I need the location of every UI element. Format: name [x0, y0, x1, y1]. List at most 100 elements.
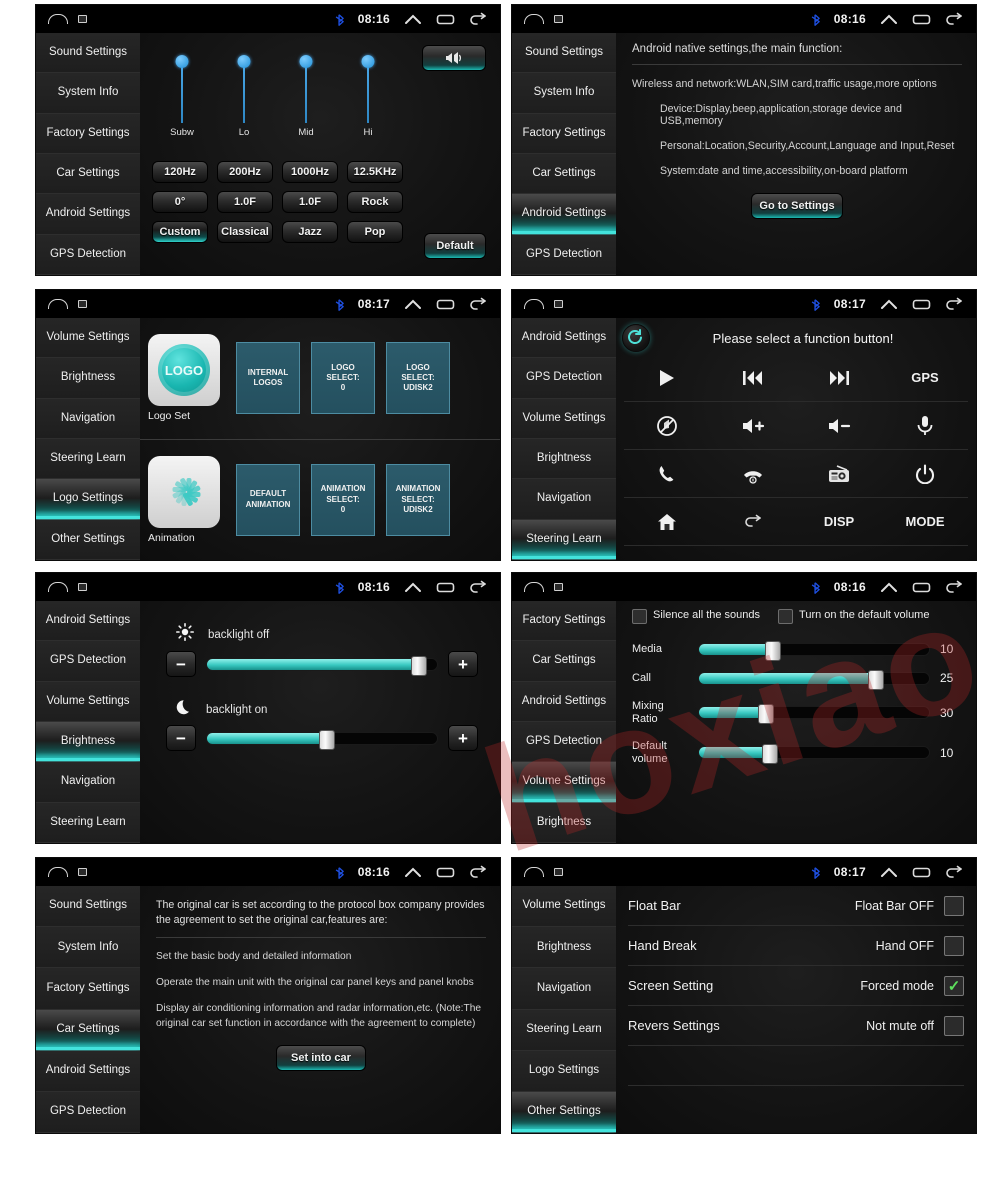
screenshot-icon[interactable] — [554, 15, 563, 23]
eq-band-mid[interactable]: Mid — [278, 55, 334, 138]
back-icon[interactable] — [469, 865, 488, 880]
sidebar-item-volume-settings[interactable]: Volume Settings — [512, 398, 616, 439]
back-icon[interactable] — [945, 12, 964, 27]
volume-slider[interactable] — [698, 744, 930, 765]
play-icon[interactable] — [624, 354, 710, 402]
chevron-up-icon[interactable] — [404, 580, 422, 594]
sidebar-item-car-settings[interactable]: Car Settings — [36, 153, 140, 195]
power-icon[interactable] — [882, 450, 968, 498]
brightness-decrease-button[interactable]: − — [166, 725, 196, 751]
sidebar-item-factory-settings[interactable]: Factory Settings — [512, 601, 616, 642]
default-button[interactable]: Default — [424, 233, 486, 259]
sidebar-item-navigation[interactable]: Navigation — [36, 398, 140, 439]
label-mode-button[interactable]: MODE — [882, 498, 968, 546]
phone-answer-icon[interactable] — [624, 450, 710, 498]
brightness-slider[interactable] — [206, 729, 438, 750]
back-icon[interactable] — [469, 297, 488, 312]
eq-track[interactable] — [361, 55, 375, 123]
chevron-up-icon[interactable] — [404, 865, 422, 879]
previous-track-icon[interactable] — [710, 354, 796, 402]
sidebar-item-android-settings[interactable]: Android Settings — [512, 681, 616, 722]
chevron-up-icon[interactable] — [404, 297, 422, 311]
slider-knob[interactable] — [757, 704, 774, 725]
logo-tile[interactable]: ANIMATION SELECT: 0 — [311, 463, 375, 536]
checkbox-icon[interactable] — [778, 609, 794, 624]
sidebar-item-brightness[interactable]: Brightness — [36, 721, 140, 763]
sidebar-item-android-settings[interactable]: Android Settings — [36, 601, 140, 642]
sidebar-item-navigation[interactable]: Navigation — [512, 968, 616, 1010]
logo-tile[interactable]: LOGO SELECT: UDISK2 — [386, 342, 450, 415]
sidebar-item-volume-settings[interactable]: Volume Settings — [36, 318, 140, 359]
go-to-settings-button[interactable]: Go to Settings — [751, 193, 843, 219]
setting-row[interactable]: Revers Settings Not mute off — [628, 1006, 964, 1046]
eq-freq-button[interactable]: 120Hz — [152, 161, 208, 183]
sidebar-item-gps-detection[interactable]: GPS Detection — [36, 1091, 140, 1133]
setting-row[interactable]: Float Bar Float Bar OFF — [628, 886, 964, 926]
sidebar-item-gps-detection[interactable]: GPS Detection — [512, 358, 616, 399]
sidebar-item-factory-settings[interactable]: Factory Settings — [512, 113, 616, 154]
logo-tile[interactable]: DEFAULT ANIMATION — [236, 463, 300, 536]
sidebar-item-brightness[interactable]: Brightness — [512, 927, 616, 969]
screenshot-icon[interactable] — [78, 868, 87, 876]
sidebar-item-android-settings[interactable]: Android Settings — [512, 194, 616, 235]
sidebar-item-sound-settings[interactable]: Sound Settings — [512, 33, 616, 74]
back-icon[interactable] — [710, 498, 796, 546]
home-icon[interactable] — [524, 582, 544, 592]
sidebar-item-other-settings[interactable]: Other Settings — [36, 519, 140, 560]
sidebar-item-car-settings[interactable]: Car Settings — [512, 153, 616, 195]
eq-value-button[interactable]: Rock — [347, 191, 403, 213]
eq-freq-button[interactable]: 1000Hz — [282, 161, 338, 183]
sidebar-item-gps-detection[interactable]: GPS Detection — [512, 234, 616, 275]
recents-icon[interactable] — [912, 12, 931, 27]
set-into-car-button[interactable]: Set into car — [276, 1044, 366, 1071]
sidebar-item-navigation[interactable]: Navigation — [36, 762, 140, 803]
eq-band-lo[interactable]: Lo — [216, 55, 272, 138]
sidebar-item-logo-settings[interactable]: Logo Settings — [512, 1050, 616, 1092]
back-icon[interactable] — [945, 580, 964, 595]
sidebar-item-android-settings[interactable]: Android Settings — [36, 1050, 140, 1092]
volume-slider[interactable] — [698, 669, 930, 690]
sidebar-item-navigation[interactable]: Navigation — [512, 479, 616, 520]
sidebar-item-system-info[interactable]: System Info — [36, 73, 140, 114]
eq-knob[interactable] — [361, 55, 375, 68]
sidebar-item-brightness[interactable]: Brightness — [512, 438, 616, 480]
chevron-up-icon[interactable] — [880, 12, 898, 26]
sidebar-item-steering-learn[interactable]: Steering Learn — [512, 519, 616, 560]
sidebar-item-other-settings[interactable]: Other Settings — [512, 1091, 616, 1133]
sidebar-item-android-settings[interactable]: Android Settings — [512, 318, 616, 359]
eq-value-button[interactable]: 1.0F — [282, 191, 338, 213]
eq-preset-button[interactable]: Custom — [152, 221, 208, 243]
back-icon[interactable] — [469, 12, 488, 27]
chevron-up-icon[interactable] — [880, 865, 898, 879]
radio-icon[interactable] — [796, 450, 882, 498]
recents-icon[interactable] — [436, 865, 455, 880]
sidebar-item-android-settings[interactable]: Android Settings — [36, 194, 140, 235]
setting-row[interactable]: Hand Break Hand OFF — [628, 926, 964, 966]
eq-freq-button[interactable]: 12.5KHz — [347, 161, 403, 183]
sidebar-item-steering-learn[interactable]: Steering Learn — [36, 802, 140, 843]
eq-knob[interactable] — [299, 55, 313, 68]
recents-icon[interactable] — [912, 297, 931, 312]
brightness-increase-button[interactable]: + — [448, 725, 478, 751]
microphone-icon[interactable] — [882, 402, 968, 450]
sidebar-item-gps-detection[interactable]: GPS Detection — [36, 234, 140, 275]
screenshot-icon[interactable] — [554, 583, 563, 591]
logo-tile[interactable]: ANIMATION SELECT: UDISK2 — [386, 463, 450, 536]
label-disp-button[interactable]: DISP — [796, 498, 882, 546]
home-icon[interactable] — [524, 14, 544, 24]
screenshot-icon[interactable] — [78, 300, 87, 308]
recents-icon[interactable] — [436, 580, 455, 595]
volume-slider[interactable] — [698, 640, 930, 661]
eq-track[interactable] — [299, 55, 313, 123]
chevron-up-icon[interactable] — [880, 297, 898, 311]
logo-tile[interactable]: INTERNAL LOGOS — [236, 342, 300, 415]
eq-value-button[interactable]: 1.0F — [217, 191, 273, 213]
sidebar-item-system-info[interactable]: System Info — [512, 73, 616, 114]
eq-preset-button[interactable]: Jazz — [282, 221, 338, 243]
sidebar-item-brightness[interactable]: Brightness — [36, 358, 140, 399]
eq-preset-button[interactable]: Classical — [217, 221, 273, 243]
sidebar-item-volume-settings[interactable]: Volume Settings — [512, 886, 616, 928]
volume-checkbox[interactable]: Turn on the default volume — [778, 609, 929, 624]
back-icon[interactable] — [469, 580, 488, 595]
sidebar-item-car-settings[interactable]: Car Settings — [512, 641, 616, 682]
